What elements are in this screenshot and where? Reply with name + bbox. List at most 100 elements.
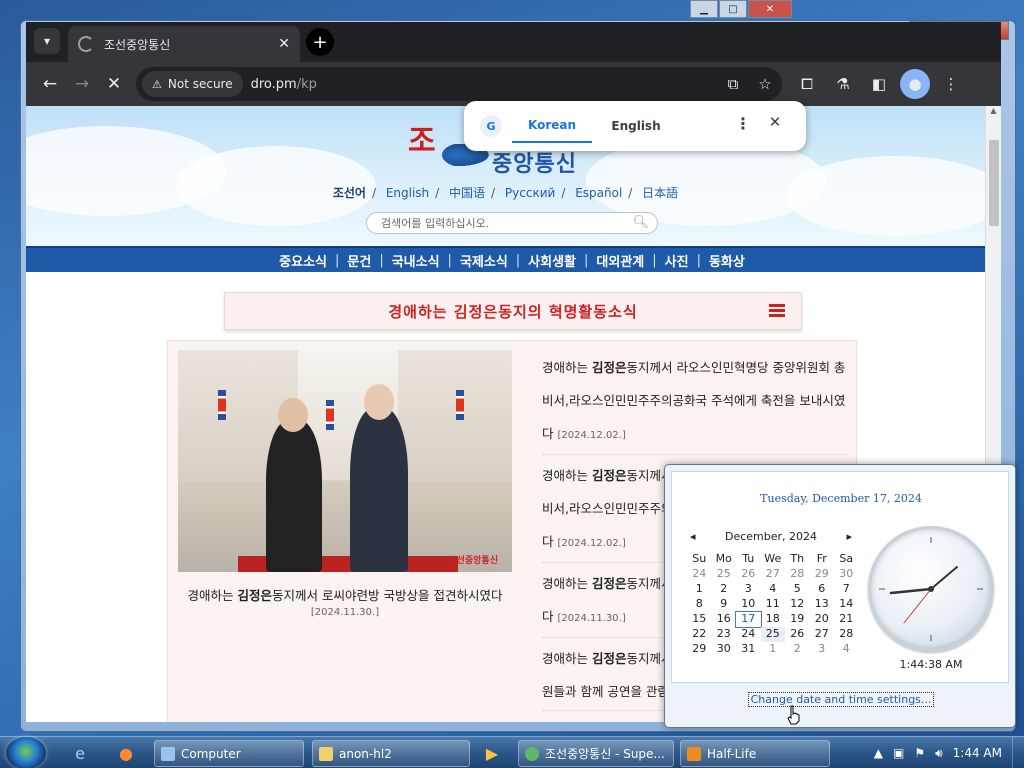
calendar-day[interactable]: 16 — [712, 612, 737, 627]
tab-close-icon[interactable]: ✕ — [278, 36, 290, 52]
show-desktop-button[interactable] — [1012, 737, 1024, 768]
bg-minimize-button[interactable]: ▁ — [690, 0, 718, 18]
address-bar[interactable]: ⚠ Not secure dro.pm/kp ⧉ ☆ — [136, 67, 782, 101]
nav-item-external[interactable]: 대외관계 — [588, 251, 652, 270]
tray-clock[interactable]: 1:44 AM — [953, 746, 1002, 760]
active-tab[interactable]: 조선중앙통신 ✕ — [68, 26, 300, 62]
calendar-day[interactable]: 23 — [712, 627, 737, 642]
calendar-day[interactable]: 29 — [687, 642, 712, 657]
firefox-icon[interactable]: ● — [112, 741, 140, 765]
calendar-day[interactable]: 6 — [810, 582, 835, 597]
calendar-day[interactable]: 14 — [834, 597, 859, 612]
action-center-flag-icon[interactable]: ⚑ — [914, 746, 925, 760]
nav-item-international[interactable]: 국제소식 — [452, 251, 516, 270]
lang-russian[interactable]: Русский — [505, 186, 555, 200]
nav-item-social[interactable]: 사회생활 — [520, 251, 584, 270]
calendar-day[interactable]: 22 — [687, 627, 712, 642]
calendar-day[interactable]: 15 — [687, 612, 712, 627]
feature-photo[interactable]: 조선중앙통신 — [178, 350, 512, 572]
calendar-day[interactable]: 21 — [834, 612, 859, 627]
prev-month-icon[interactable]: ◂ — [690, 530, 696, 543]
calendar-day[interactable]: 2 — [785, 642, 810, 657]
new-tab-button[interactable]: + — [306, 28, 334, 56]
start-button[interactable] — [6, 737, 46, 768]
calendar-day[interactable]: 12 — [785, 597, 810, 612]
nav-item-important[interactable]: 중요소식 — [271, 251, 335, 270]
volume-icon[interactable]: 🔊︎ — [935, 746, 943, 761]
calendar-day[interactable]: 20 — [810, 612, 835, 627]
labs-flask-icon[interactable]: ⚗ — [828, 69, 858, 99]
url-text[interactable]: dro.pm/kp — [251, 77, 722, 92]
menu-kebab-icon[interactable]: ⋮ — [936, 69, 966, 99]
back-arrow-icon[interactable]: ← — [34, 68, 66, 100]
calendar-day[interactable]: 18 — [761, 612, 786, 627]
task-computer[interactable]: Computer — [154, 740, 304, 767]
more-options-icon[interactable]: ⋮ — [732, 114, 754, 136]
calendar-day[interactable]: 28 — [834, 627, 859, 642]
scroll-thumb[interactable] — [989, 140, 999, 226]
network-icon[interactable]: ▣ — [893, 746, 904, 760]
calendar-day[interactable]: 10 — [736, 597, 761, 612]
list-icon[interactable] — [769, 304, 785, 318]
extensions-puzzle-icon[interactable]: ⧠ — [792, 69, 822, 99]
bg-maximize-button[interactable]: □ — [719, 0, 747, 18]
calendar-day[interactable]: 25 — [760, 627, 785, 642]
calendar-day[interactable]: 9 — [712, 597, 737, 612]
media-player-icon[interactable]: ▶ — [478, 741, 506, 765]
calendar-day[interactable]: 19 — [785, 612, 810, 627]
scroll-up-icon[interactable]: ▲ — [986, 106, 1001, 120]
security-chip[interactable]: ⚠ Not secure — [142, 71, 243, 97]
bookmark-star-icon[interactable]: ☆ — [754, 73, 776, 95]
tab-search-button[interactable]: ▾ — [34, 28, 60, 54]
calendar-day[interactable]: 7 — [834, 582, 859, 597]
calendar-day[interactable]: 1 — [761, 642, 786, 657]
calendar-day[interactable]: 3 — [810, 642, 835, 657]
stop-loading-icon[interactable]: ✕ — [98, 68, 130, 100]
full-date-link[interactable]: Tuesday, December 17, 2024 — [672, 492, 1010, 505]
close-icon[interactable]: ✕ — [764, 113, 786, 135]
calendar-day[interactable]: 28 — [785, 567, 810, 582]
task-chrome[interactable]: 조선중앙통신 - Supe... — [518, 740, 674, 767]
calendar-day[interactable]: 30 — [834, 567, 859, 582]
calendar-day[interactable]: 24 — [687, 567, 712, 582]
lang-korean[interactable]: 조선어 — [333, 186, 366, 200]
next-month-icon[interactable]: ▸ — [846, 530, 852, 543]
internet-explorer-icon[interactable]: e — [66, 741, 94, 765]
tab-english[interactable]: English — [596, 109, 676, 143]
site-search-input[interactable]: 검색어를 입력하십시오. 🔍︎ — [366, 212, 658, 234]
calendar-day[interactable]: 24 — [736, 627, 761, 642]
calendar-day[interactable]: 31 — [736, 642, 761, 657]
lang-japanese[interactable]: 日本語 — [642, 186, 678, 200]
calendar-day[interactable]: 8 — [687, 597, 712, 612]
tray-expand-icon[interactable]: ▲ — [874, 746, 883, 760]
news-item[interactable]: 경애하는 김정은동지께서 라오스인민혁명당 중앙위원회 총비서,라오스인민민주주… — [542, 351, 848, 455]
lang-spanish[interactable]: Español — [575, 186, 622, 200]
nav-item-documents[interactable]: 문건 — [339, 251, 379, 270]
lang-english[interactable]: English — [386, 186, 429, 200]
calendar-day[interactable]: 5 — [785, 582, 810, 597]
lang-chinese[interactable]: 中国语 — [449, 186, 485, 200]
calendar-day[interactable]: 26 — [736, 567, 761, 582]
calendar-day[interactable]: 29 — [810, 567, 835, 582]
feature-caption[interactable]: 경애하는 김정은동지께서 로씨야련방 국방상을 접견하시였다 — [168, 585, 522, 604]
calendar-day[interactable]: 13 — [810, 597, 835, 612]
calendar-day[interactable]: 4 — [761, 582, 786, 597]
month-label[interactable]: December, 2024 — [725, 530, 817, 543]
search-icon[interactable]: 🔍︎ — [632, 215, 649, 230]
calendar-day[interactable]: 4 — [834, 642, 859, 657]
nav-item-photos[interactable]: 사진 — [657, 251, 697, 270]
side-panel-icon[interactable]: ◧ — [864, 69, 894, 99]
tab-korean[interactable]: Korean — [512, 109, 592, 143]
section-headline[interactable]: 경애하는 김정은동지의 혁명활동소식 — [224, 292, 802, 330]
calendar-day[interactable]: 27 — [761, 567, 786, 582]
nav-item-domestic[interactable]: 국내소식 — [384, 251, 448, 270]
forward-arrow-icon[interactable]: → — [66, 68, 98, 100]
calendar-day[interactable]: 1 — [687, 582, 712, 597]
calendar-day-today[interactable]: 17 — [735, 611, 762, 628]
task-anon-hl2[interactable]: anon-hl2 — [312, 740, 470, 767]
profile-avatar[interactable]: ● — [900, 69, 930, 99]
calendar-day[interactable]: 11 — [761, 597, 786, 612]
bg-close-button[interactable]: ✕ — [748, 0, 792, 18]
calendar-day[interactable]: 27 — [810, 627, 835, 642]
translate-icon[interactable]: ⧉ — [722, 73, 744, 95]
